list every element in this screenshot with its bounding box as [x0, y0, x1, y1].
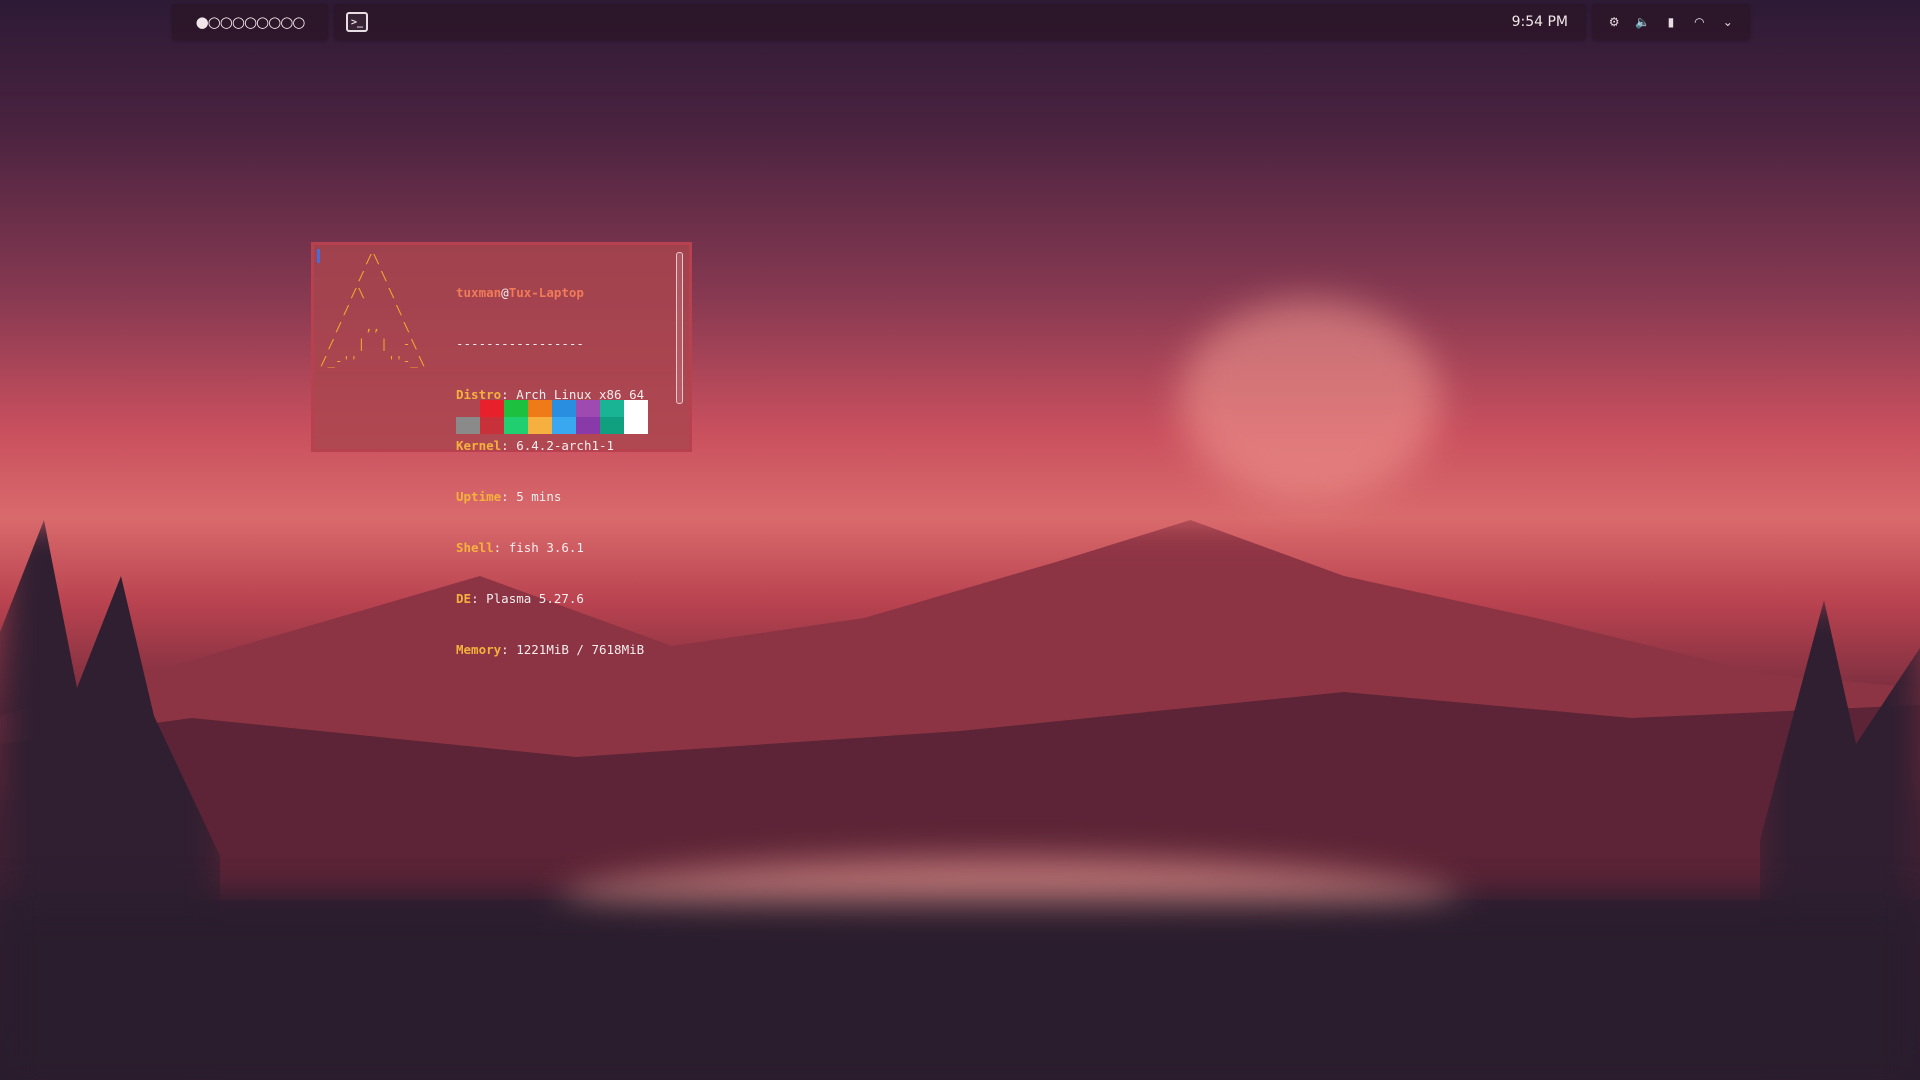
palette-swatch — [624, 400, 648, 417]
separator-line: ----------------- — [456, 336, 584, 351]
palette-swatch — [504, 400, 528, 417]
info-value: 6.4.2-arch1-1 — [516, 438, 615, 453]
at-sign: @ — [501, 285, 509, 300]
battery-icon[interactable]: ▮ — [1662, 15, 1680, 29]
info-value: fish 3.6.1 — [508, 540, 584, 555]
palette-swatch — [624, 417, 648, 434]
info-uptime: Uptime: 5 mins — [456, 489, 562, 504]
taskbar: >_ 9:54 PM — [334, 4, 1586, 40]
info-key: Memory — [456, 642, 502, 657]
info-key: Shell — [456, 540, 494, 555]
info-key: Kernel — [456, 438, 502, 453]
pager-dots[interactable]: ●○○○○○○○○ — [196, 13, 306, 31]
color-palette — [456, 400, 648, 434]
virtual-desktop-pager[interactable]: ●○○○○○○○○ — [172, 4, 328, 40]
clock[interactable]: 9:54 PM — [1512, 14, 1568, 30]
terminal-icon: >_ — [350, 16, 364, 28]
info-key: DE — [456, 591, 472, 606]
palette-swatch — [600, 417, 624, 434]
palette-swatch — [552, 400, 576, 417]
terminal-scrollbar[interactable] — [676, 252, 683, 404]
info-shell: Shell: fish 3.6.1 — [456, 540, 584, 555]
wallpaper-sky-glow — [1180, 300, 1440, 500]
info-value: 1221MiB / 7618MiB — [516, 642, 645, 657]
info-value: Plasma 5.27.6 — [486, 591, 584, 606]
neofetch-info: tuxman@Tux-Laptop ----------------- Dist… — [456, 250, 644, 692]
palette-swatch — [504, 417, 528, 434]
palette-swatch — [528, 417, 552, 434]
wallpaper-foreground — [0, 900, 1920, 1080]
info-kernel: Kernel: 6.4.2-arch1-1 — [456, 438, 615, 453]
username: tuxman — [456, 285, 502, 300]
palette-swatch — [456, 417, 480, 434]
hostname: Tux-Laptop — [508, 285, 584, 300]
network-settings-icon[interactable]: ⚙ — [1605, 15, 1623, 29]
palette-swatch — [528, 400, 552, 417]
info-memory: Memory: 1221MiB / 7618MiB — [456, 642, 645, 657]
info-key: Uptime — [456, 489, 502, 504]
chevron-down-icon[interactable]: ⌄ — [1719, 15, 1737, 29]
info-de: DE: Plasma 5.27.6 — [456, 591, 584, 606]
palette-swatch — [576, 417, 600, 434]
wifi-icon[interactable]: ◠ — [1690, 15, 1708, 29]
palette-swatch — [600, 400, 624, 417]
info-value: 5 mins — [516, 489, 562, 504]
terminal-task-button[interactable]: >_ — [346, 12, 368, 32]
palette-swatch — [480, 400, 504, 417]
arch-logo-ascii: /\ / \ /\ \ / \ / ,, \ / | | -\ /_-'' ''… — [320, 251, 426, 368]
palette-swatch — [456, 400, 480, 417]
volume-icon[interactable]: 🔈 — [1634, 15, 1652, 29]
palette-swatch — [480, 417, 504, 434]
palette-swatch — [552, 417, 576, 434]
system-tray: ⚙ 🔈 ▮ ◠ ⌄ — [1592, 4, 1750, 40]
user-host-line: tuxman@Tux-Laptop — [456, 284, 644, 301]
palette-swatch — [576, 400, 600, 417]
terminal-window[interactable]: /\ / \ /\ \ / \ / ,, \ / | | -\ /_-'' ''… — [311, 242, 692, 657]
desktop-wallpaper: ●○○○○○○○○ >_ 9:54 PM ⚙ 🔈 ▮ ◠ ⌄ /\ / \ /\… — [0, 0, 1920, 1080]
